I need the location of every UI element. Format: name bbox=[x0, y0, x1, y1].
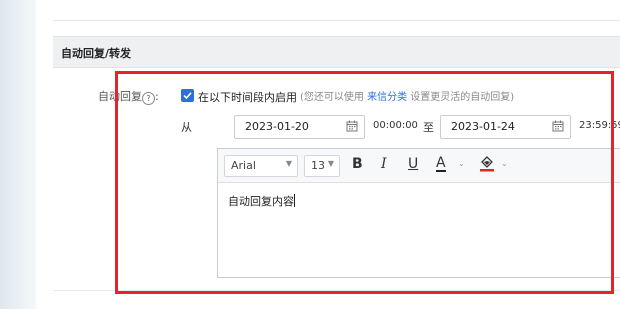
enable-checkbox[interactable] bbox=[181, 89, 194, 102]
bold-button[interactable]: B bbox=[352, 156, 363, 172]
underline-button[interactable]: U bbox=[408, 156, 418, 172]
editor-content[interactable]: 自动回复内容 bbox=[228, 193, 295, 209]
font-family-select[interactable]: Arial ▼ bbox=[224, 155, 298, 177]
auto-reply-label: 自动回复?: bbox=[98, 88, 159, 105]
enable-checkbox-label[interactable]: 在以下时间段内启用 bbox=[198, 89, 297, 105]
from-time: 00:00:00 bbox=[373, 120, 418, 131]
auto-reply-label-text: 自动回复 bbox=[98, 90, 142, 103]
chevron-down-icon: ▼ bbox=[285, 159, 292, 168]
section-header: 自动回复/转发 bbox=[53, 36, 620, 68]
text-caret bbox=[294, 194, 295, 207]
font-color-button[interactable]: A bbox=[436, 156, 446, 172]
from-date-value: 2023-01-20 bbox=[245, 120, 309, 133]
calendar-icon[interactable] bbox=[346, 120, 358, 135]
to-date-input[interactable]: 2023-01-24 bbox=[440, 115, 571, 139]
calendar-icon[interactable] bbox=[552, 120, 564, 135]
to-date-value: 2023-01-24 bbox=[451, 120, 515, 133]
paint-bucket-icon bbox=[480, 156, 494, 172]
hint-prefix: (您还可以使用 bbox=[300, 92, 364, 103]
chevron-down-icon[interactable]: ⌄ bbox=[501, 159, 508, 168]
font-family-value: Arial bbox=[231, 159, 256, 172]
section-title: 自动回复/转发 bbox=[61, 47, 132, 60]
checkmark-icon bbox=[183, 92, 192, 100]
to-time: 23:59:59 bbox=[579, 120, 620, 131]
label-colon: : bbox=[155, 90, 159, 103]
italic-button[interactable]: I bbox=[381, 156, 387, 172]
chevron-down-icon: ▼ bbox=[327, 159, 334, 168]
help-icon[interactable]: ? bbox=[142, 92, 155, 105]
editor-content-text: 自动回复内容 bbox=[228, 195, 294, 208]
font-size-select[interactable]: 13 ▼ bbox=[304, 155, 340, 177]
hint-text: (您还可以使用 来信分类 设置更灵活的自动回复) bbox=[300, 88, 514, 103]
section-divider bbox=[53, 290, 620, 291]
mail-category-link[interactable]: 来信分类 bbox=[367, 92, 407, 103]
font-size-value: 13 bbox=[311, 159, 325, 172]
hint-suffix: 设置更灵活的自动回复) bbox=[410, 92, 515, 103]
to-label: 至 bbox=[423, 121, 434, 134]
previous-section bbox=[53, 0, 620, 21]
editor-toolbar: Arial ▼ 13 ▼ B I U A ⌄ ⌄ bbox=[218, 149, 620, 183]
chevron-down-icon[interactable]: ⌄ bbox=[458, 159, 465, 168]
from-date-input[interactable]: 2023-01-20 bbox=[234, 115, 365, 139]
highlight-color-button[interactable] bbox=[479, 155, 495, 177]
reply-editor: Arial ▼ 13 ▼ B I U A ⌄ ⌄ 自动回复内容 bbox=[217, 148, 620, 278]
left-sidebar-strip bbox=[0, 0, 37, 309]
from-label: 从 bbox=[181, 121, 192, 134]
